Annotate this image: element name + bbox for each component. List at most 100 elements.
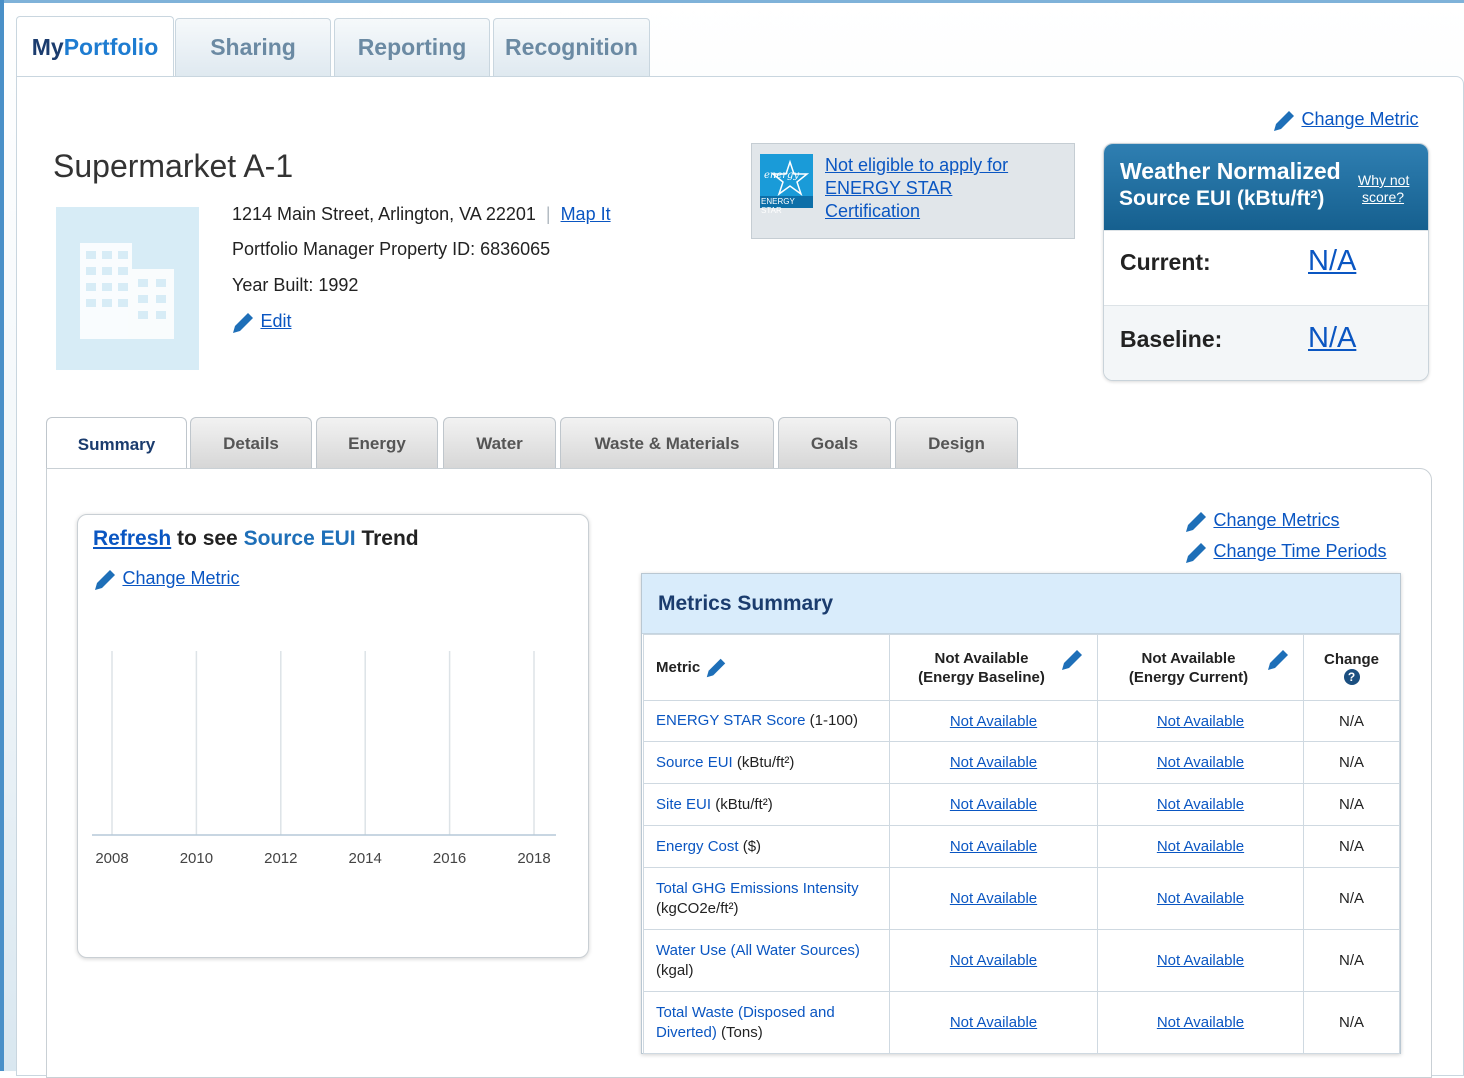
edit-property[interactable]: Edit (230, 310, 291, 336)
tab-goals-label: Goals (810, 433, 859, 453)
trend-chart: 2008 2010 2012 2014 2016 2018 (92, 651, 556, 867)
wn-current-value[interactable]: N/A (1308, 245, 1356, 278)
tab-reporting[interactable]: Reporting (334, 18, 490, 76)
trend-change-metric-link[interactable]: Change Metric (122, 568, 239, 588)
change-time-periods[interactable]: Change Time Periods (1183, 540, 1387, 566)
trend-metric-name: Source EUI (243, 527, 356, 550)
wn-baseline-value[interactable]: N/A (1308, 322, 1356, 355)
trend-change-metric[interactable]: Change Metric (92, 567, 240, 593)
baseline-cell: Not Available (889, 991, 1098, 1054)
baseline-cell: Not Available (889, 867, 1098, 930)
change-cell: N/A (1303, 929, 1400, 992)
window-top-border (0, 0, 1464, 3)
source-eui-trend-card: Refresh to see Source EUI Trend Change M… (77, 514, 589, 958)
tab-sharing[interactable]: Sharing (175, 18, 331, 76)
baseline-value-link[interactable]: Not Available (950, 713, 1037, 730)
tab-summary[interactable]: Summary (46, 417, 187, 471)
pencil-icon (1186, 512, 1206, 532)
building-icon (80, 243, 174, 339)
wn-title-line2: Source EUI (kBtu/ft²) (1119, 187, 1325, 210)
tab-water-label: Water (476, 433, 523, 453)
col-change: Change ? (1303, 634, 1400, 701)
edit-link[interactable]: Edit (260, 311, 291, 331)
current-value-link[interactable]: Not Available (1157, 838, 1244, 855)
current-value-link[interactable]: Not Available (1157, 754, 1244, 771)
wn-baseline-label: Baseline: (1120, 326, 1223, 352)
tab-myportfolio-portfolio: Portfolio (63, 34, 159, 60)
refresh-link[interactable]: Refresh (93, 527, 171, 550)
energy-star-eligibility-link[interactable]: Not eligible to apply for ENERGY STAR Ce… (825, 154, 1008, 223)
current-value-link[interactable]: Not Available (1157, 890, 1244, 907)
pencil-icon[interactable] (1059, 647, 1085, 673)
tab-details[interactable]: Details (190, 417, 312, 469)
metric-unit: (kgal) (656, 961, 694, 979)
baseline-value-link[interactable]: Not Available (950, 1014, 1037, 1031)
x-tick-label: 2008 (95, 850, 128, 867)
baseline-cell: Not Available (889, 741, 1098, 784)
baseline-value-link[interactable]: Not Available (950, 754, 1037, 771)
metric-name[interactable]: Water Use (All Water Sources) (656, 942, 860, 959)
weather-normalized-card: Weather Normalized Source EUI (kBtu/ft²)… (1103, 143, 1429, 381)
x-tick-label: 2012 (264, 850, 297, 867)
tab-water[interactable]: Water (443, 417, 556, 469)
table-row: Energy Cost ($) Not Available Not Availabl… (643, 825, 1400, 868)
change-value: N/A (1338, 1014, 1364, 1031)
property-address: 1214 Main Street, Arlington, VA 22201 (232, 204, 536, 224)
es-line-3[interactable]: Certification (825, 200, 1008, 223)
tab-energy-label: Energy (348, 433, 406, 453)
property-id: Portfolio Manager Property ID: 6836065 (232, 239, 551, 259)
why-not-line1[interactable]: Why not (1358, 172, 1409, 189)
current-value-link[interactable]: Not Available (1157, 1014, 1244, 1031)
table-row: Water Use (All Water Sources) (kgal) Not A… (643, 929, 1400, 992)
current-cell: Not Available (1097, 741, 1304, 784)
metric-name[interactable]: Total GHG Emissions Intensity (656, 880, 859, 897)
table-row: ENERGY STAR Score (1-100) Not Available No… (643, 700, 1400, 742)
metric-unit: (1-100) (805, 712, 859, 729)
tab-energy[interactable]: Energy (316, 417, 438, 469)
change-metrics-link[interactable]: Change Metrics (1213, 510, 1339, 530)
why-not-score-link[interactable]: Why not score? (1358, 172, 1409, 206)
metric-unit: (kBtu/ft²) (732, 753, 795, 771)
change-value: N/A (1338, 952, 1364, 969)
change-cell: N/A (1303, 783, 1400, 826)
baseline-value-link[interactable]: Not Available (950, 796, 1037, 813)
col-metric: Metric (643, 634, 890, 701)
why-not-line2[interactable]: score? (1358, 189, 1409, 206)
es-line-2[interactable]: ENERGY STAR (825, 177, 1008, 200)
baseline-value-link[interactable]: Not Available (950, 952, 1037, 969)
tab-myportfolio-my: My (31, 34, 64, 60)
pencil-icon[interactable] (1265, 647, 1291, 673)
current-cell: Not Available (1097, 783, 1304, 826)
tab-design[interactable]: Design (895, 417, 1018, 469)
metric-unit: (kgCO2e/ft²) (656, 899, 739, 917)
metric-name[interactable]: Site EUI (656, 796, 711, 813)
col-baseline-line2: (Energy Baseline) (918, 668, 1045, 686)
map-it-link[interactable]: Map It (561, 204, 611, 224)
help-icon[interactable]: ? (1343, 668, 1360, 685)
pencil-icon[interactable] (704, 656, 728, 680)
current-value-link[interactable]: Not Available (1157, 952, 1244, 969)
change-time-periods-link[interactable]: Change Time Periods (1213, 541, 1386, 561)
baseline-value-link[interactable]: Not Available (950, 838, 1037, 855)
change-metric-top-link[interactable]: Change Metric (1301, 109, 1418, 129)
metric-name[interactable]: Source EUI (656, 754, 733, 771)
pencil-icon (233, 313, 253, 333)
baseline-value-link[interactable]: Not Available (950, 890, 1037, 907)
change-cell: N/A (1303, 825, 1400, 868)
energy-star-logo: energy ENERGY STAR (760, 154, 813, 215)
metric-name[interactable]: ENERGY STAR Score (656, 712, 806, 729)
tab-recognition[interactable]: Recognition (493, 18, 650, 76)
baseline-cell: Not Available (889, 700, 1098, 742)
current-value-link[interactable]: Not Available (1157, 713, 1244, 730)
col-baseline: Not Available (Energy Baseline) (889, 634, 1098, 701)
change-metric-top[interactable]: Change Metric (1271, 108, 1419, 134)
es-line-1[interactable]: Not eligible to apply for (825, 154, 1008, 177)
metric-name[interactable]: Energy Cost (656, 838, 739, 855)
change-metrics[interactable]: Change Metrics (1183, 509, 1340, 535)
metrics-summary: Metrics Summary Metric Not Available (En… (641, 573, 1401, 1054)
tab-myportfolio[interactable]: My Portfolio (16, 16, 174, 78)
metric-unit: (Tons) (716, 1023, 763, 1041)
tab-waste-materials[interactable]: Waste & Materials (560, 417, 774, 469)
current-value-link[interactable]: Not Available (1157, 796, 1244, 813)
tab-goals[interactable]: Goals (778, 417, 891, 469)
